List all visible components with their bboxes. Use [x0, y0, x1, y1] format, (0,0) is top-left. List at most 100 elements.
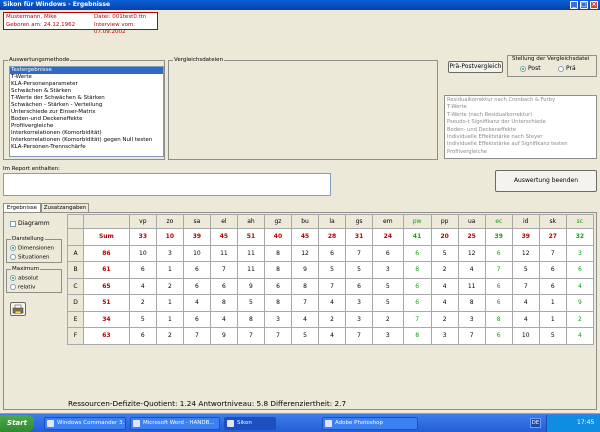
- auswertung-item[interactable]: Boden-und Deckeneffekte: [10, 116, 163, 123]
- auswertung-item[interactable]: KLA-Personenparameter: [10, 81, 163, 88]
- auswertung-item[interactable]: Interkorrelationen (Komorbidität): [10, 130, 163, 137]
- diagramm-checkbox[interactable]: Diagramm: [10, 220, 50, 227]
- grid-cell: 6: [209, 277, 238, 295]
- auswertung-item[interactable]: T-Werte der Schwächen & Stärken: [10, 95, 163, 102]
- method-item[interactable]: Profilvergleiche: [447, 149, 594, 156]
- corner-cell: [67, 214, 84, 229]
- row-total: 86: [83, 244, 130, 262]
- column-header: em: [372, 214, 404, 229]
- method-item[interactable]: Pseudo-t Signifikanz der Unterschiede: [447, 119, 594, 126]
- grid-cell: 5: [345, 261, 374, 279]
- auswertung-item[interactable]: KLA-Personen-Trennschärfe: [10, 144, 163, 151]
- prae-post-button[interactable]: Prä-Postvergleich: [448, 61, 503, 73]
- grid-cell: 8: [402, 327, 432, 345]
- grid-cell: 2: [372, 310, 404, 328]
- grid-cell: 11: [209, 244, 238, 262]
- column-header: pp: [430, 214, 459, 229]
- method-item[interactable]: Boden- und Deckeneffekte: [447, 127, 594, 134]
- auswertung-item[interactable]: Schwächen & Stärken: [10, 88, 163, 95]
- grid-cell: 6: [402, 294, 432, 312]
- absolut-radio[interactable]: absolut: [10, 275, 38, 282]
- maximize-button[interactable]: □: [580, 1, 588, 9]
- grid-cell: 5: [128, 310, 157, 328]
- grid-cell: 3: [457, 310, 486, 328]
- auswertung-item[interactable]: Unterschiede zur Einser-Matrix: [10, 109, 163, 116]
- method-item[interactable]: Individuelle Effektstärke auf Signifikan…: [447, 141, 594, 148]
- dimensionen-radio[interactable]: Dimensionen: [10, 245, 54, 252]
- method-item[interactable]: Residualkorrektur nach Cronbach & Furby: [447, 97, 594, 104]
- auswertungsmethode-list[interactable]: Testergebnisse T-Werte KLA-Personenparamet…: [9, 66, 164, 157]
- grid-cell: 3: [430, 327, 459, 345]
- taskbar-task[interactable]: Sikon: [224, 417, 276, 430]
- table-row: B 61 6 1 6 7 11 8 9 5 5 3 8 2 4 7 5 6 6: [67, 261, 595, 279]
- maximum-label: Maximum: [11, 266, 41, 273]
- sum-cell: 39: [511, 228, 540, 246]
- methods-list[interactable]: Residualkorrektur nach Cronbach & Furby T…: [444, 95, 597, 159]
- table-row: F 63 6 2 7 9 7 7 5 4 7 3 8 3 7 6 10 5 4: [67, 327, 595, 345]
- auswertung-item[interactable]: Schwächen - Stärken - Verteilung: [10, 102, 163, 109]
- method-item[interactable]: T-Werte (nach Residualkorrektur): [447, 112, 594, 119]
- auswertung-item[interactable]: Profilvergleiche: [10, 123, 163, 130]
- print-button[interactable]: [10, 302, 26, 316]
- taskbar-task[interactable]: Windows Commander 3....: [44, 417, 126, 430]
- grid-cell: 3: [263, 310, 293, 328]
- sum-cell: 25: [457, 228, 486, 246]
- grid-cell: 4: [318, 294, 347, 312]
- taskbar-task[interactable]: Microsoft Word - HANDB...: [130, 417, 220, 430]
- tab-ergebnisse[interactable]: Ergebnisse: [3, 203, 41, 212]
- grid-cell: 4: [290, 310, 320, 328]
- auswertung-beenden-button[interactable]: Auswertung beenden: [495, 170, 597, 192]
- minimize-button[interactable]: _: [570, 1, 578, 9]
- dimensionen-label: Dimensionen: [18, 245, 55, 252]
- column-header: sk: [538, 214, 567, 229]
- auswertung-item[interactable]: T-Werte: [10, 74, 163, 81]
- patient-file: Datei: 001test0.ttn: [94, 14, 147, 20]
- language-indicator[interactable]: DE: [530, 418, 541, 428]
- grid-cell: 9: [565, 294, 595, 312]
- column-header: pw: [402, 214, 432, 229]
- grid-cell: 8: [263, 244, 293, 262]
- row-label: D: [67, 294, 84, 312]
- grid-cell: 11: [236, 261, 265, 279]
- grid-cell: 7: [484, 261, 513, 279]
- patient-interview: Interview vom: 07.09.2002: [94, 22, 136, 35]
- relativ-radio[interactable]: relativ: [10, 284, 35, 291]
- column-header: zo: [155, 214, 184, 229]
- grid-cell: 6: [182, 277, 211, 295]
- row-label: E: [67, 310, 84, 328]
- grid-cell: 11: [236, 244, 265, 262]
- method-item[interactable]: Individuelle Effektstärke nach Steyer: [447, 134, 594, 141]
- grid-cell: 6: [484, 327, 513, 345]
- taskbar-task[interactable]: Adobe Photoshop: [322, 417, 418, 430]
- auswertung-item[interactable]: Interkorrelationen (Komorbidität) gegen …: [10, 137, 163, 144]
- grid-cell: 10: [182, 244, 211, 262]
- darstellung-label: Darstellung: [11, 236, 45, 243]
- grid-cell: 3: [565, 244, 595, 262]
- grid-cell: 8: [263, 294, 293, 312]
- relativ-dot: [10, 284, 16, 290]
- sum-row-header: [67, 228, 84, 246]
- table-row: D 51 2 1 4 8 5 8 7 4 3 5 6 4 8 6 4 1 9: [67, 294, 595, 312]
- situationen-radio[interactable]: Situationen: [10, 254, 49, 261]
- row-label: B: [67, 261, 84, 279]
- maximum-group: Maximum absolut relativ: [6, 266, 62, 293]
- tab-zusatzangaben[interactable]: Zusatzangaben: [41, 203, 89, 212]
- diagramm-check: [10, 220, 16, 227]
- grid-cell: 2: [430, 310, 459, 328]
- grid-cell: 7: [345, 327, 374, 345]
- close-button[interactable]: ×: [590, 1, 598, 9]
- grid-cell: 6: [565, 261, 595, 279]
- grid-cell: 3: [345, 310, 374, 328]
- post-radio[interactable]: Post: [520, 65, 541, 72]
- grid-cell: 5: [372, 277, 404, 295]
- sum-cell: 20: [430, 228, 459, 246]
- auswertung-item[interactable]: Testergebnisse: [10, 67, 163, 74]
- start-button[interactable]: Start: [0, 415, 34, 432]
- column-header: vp: [128, 214, 157, 229]
- prae-radio[interactable]: Prä: [558, 65, 576, 72]
- report-textbox[interactable]: [3, 173, 331, 196]
- taskbar-task-label: Windows Commander 3....: [57, 420, 126, 426]
- grid-cell: 6: [318, 244, 347, 262]
- method-item[interactable]: T-Werte: [447, 104, 594, 111]
- grid-cell: 6: [345, 277, 374, 295]
